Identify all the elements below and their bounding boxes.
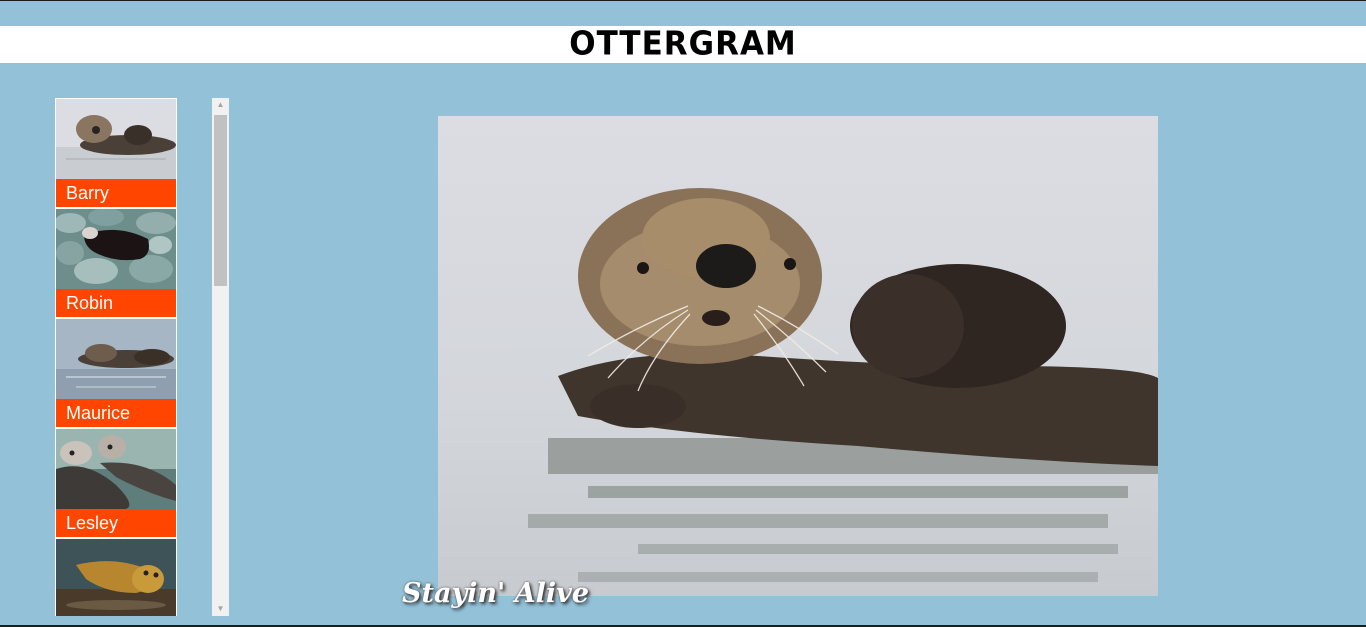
thumbnail-item-robin[interactable]: Robin (55, 208, 177, 318)
site-logo: OTTERGRAM (569, 25, 797, 63)
thumbnail-scrollbar[interactable]: ▲ ▼ (212, 98, 229, 616)
top-border (0, 0, 1366, 1)
scroll-up-arrow-icon[interactable]: ▲ (212, 98, 229, 112)
detail-title: Stayin' Alive (402, 578, 590, 609)
thumbnail-list: Barry Robin Maurice Lesley (55, 98, 177, 616)
thumbnail-label: Robin (56, 289, 176, 318)
thumbnail-label: Lesley (56, 509, 176, 538)
thumbnail-image (56, 319, 176, 399)
scrollbar-thumb[interactable] (214, 115, 227, 286)
thumbnail-label: Maurice (56, 399, 176, 428)
thumbnail-image (56, 429, 176, 509)
detail-image (438, 116, 1158, 596)
header-bar: OTTERGRAM (0, 26, 1366, 63)
thumbnail-image (56, 99, 176, 179)
thumbnail-item-5[interactable] (55, 538, 177, 616)
thumbnail-image (56, 209, 176, 289)
thumbnail-item-lesley[interactable]: Lesley (55, 428, 177, 538)
thumbnail-item-maurice[interactable]: Maurice (55, 318, 177, 428)
scroll-down-arrow-icon[interactable]: ▼ (212, 602, 229, 616)
thumbnail-item-barry[interactable]: Barry (55, 98, 177, 208)
thumbnail-image (56, 539, 176, 616)
thumbnail-label: Barry (56, 179, 176, 208)
